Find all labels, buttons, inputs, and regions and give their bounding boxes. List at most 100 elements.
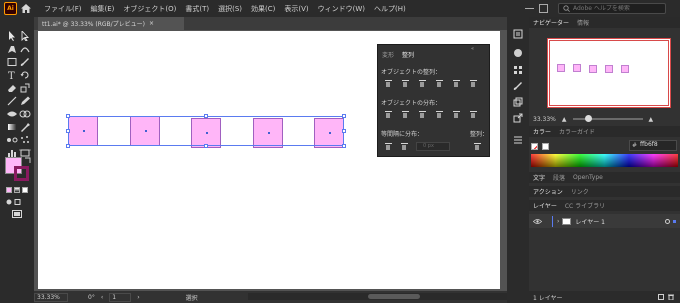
- align-left-button[interactable]: [384, 79, 393, 88]
- navigator-zoom-value[interactable]: 33.33%: [533, 116, 556, 123]
- minimize-icon[interactable]: [525, 8, 534, 9]
- line-tool-icon[interactable]: [6, 96, 18, 106]
- distribute-vertical-center-button[interactable]: [401, 110, 410, 119]
- screen-mode-icon[interactable]: [12, 210, 22, 218]
- navigator-zoom-slider[interactable]: [572, 115, 643, 122]
- tab-info[interactable]: 情報: [577, 18, 589, 27]
- menu-file[interactable]: ファイル(F): [44, 4, 82, 14]
- resize-handle-right[interactable]: [342, 129, 346, 133]
- eyedropper-icon[interactable]: [19, 122, 31, 132]
- delete-layer-icon[interactable]: [668, 294, 674, 300]
- align-vertical-center-button[interactable]: [452, 79, 461, 88]
- gradient-icon[interactable]: [6, 122, 18, 132]
- eraser-icon[interactable]: [6, 83, 18, 93]
- spacing-value-input[interactable]: 0 px: [416, 142, 450, 151]
- resize-handle-top[interactable]: [204, 114, 208, 118]
- prev-artboard-icon[interactable]: ‹: [101, 294, 103, 301]
- distribute-spacing-vertical-button[interactable]: [384, 142, 393, 151]
- curvature-tool-icon[interactable]: [19, 44, 31, 54]
- distribute-top-button[interactable]: [384, 110, 393, 119]
- menu-effect[interactable]: 効果(C): [251, 4, 275, 14]
- rotate-view-field[interactable]: 0°: [88, 294, 95, 301]
- distribute-left-button[interactable]: [435, 110, 444, 119]
- resize-handle-bottom-right[interactable]: [342, 144, 346, 148]
- appearance-icon[interactable]: [513, 135, 523, 145]
- color-spectrum[interactable]: [531, 154, 678, 167]
- zoom-field[interactable]: 33.33%: [34, 292, 68, 302]
- align-right-button[interactable]: [418, 79, 427, 88]
- layer-row[interactable]: › レイヤー 1: [529, 214, 680, 228]
- distribute-right-button[interactable]: [469, 110, 478, 119]
- align-horizontal-center-button[interactable]: [401, 79, 410, 88]
- tab-opentype[interactable]: OpenType: [573, 174, 603, 181]
- blend-icon[interactable]: [6, 135, 18, 145]
- brushes-icon[interactable]: [513, 81, 523, 91]
- scale-icon[interactable]: [19, 83, 31, 93]
- color-fill-swatch[interactable]: [542, 143, 549, 150]
- direct-selection-icon[interactable]: [19, 31, 31, 41]
- rotate-icon[interactable]: [19, 70, 31, 80]
- width-icon[interactable]: [6, 109, 18, 119]
- tab-paragraph[interactable]: 段落: [553, 173, 565, 182]
- zoom-in-icon[interactable]: ▲: [649, 116, 654, 123]
- stroke-swatch-icon[interactable]: [14, 166, 29, 181]
- horizontal-scroll-thumb[interactable]: [368, 294, 420, 299]
- menu-type[interactable]: 書式(T): [185, 4, 209, 14]
- align-top-button[interactable]: [435, 79, 444, 88]
- resize-handle-bottom-left[interactable]: [66, 144, 70, 148]
- distribute-bottom-button[interactable]: [418, 110, 427, 119]
- distribute-horizontal-center-button[interactable]: [452, 110, 461, 119]
- help-search-input[interactable]: [573, 5, 663, 12]
- fill-mode-none[interactable]: [22, 187, 28, 193]
- resize-handle-left[interactable]: [66, 129, 70, 133]
- rectangle-tool-icon[interactable]: [6, 57, 18, 67]
- tab-actions[interactable]: アクション: [533, 187, 563, 196]
- pen-tool-icon[interactable]: [6, 44, 18, 54]
- tab-navigator[interactable]: ナビゲーター: [533, 18, 569, 27]
- layer-selection-indicator[interactable]: [673, 219, 676, 223]
- assets-icon[interactable]: [513, 97, 523, 107]
- tab-character[interactable]: 文字: [533, 173, 545, 182]
- resize-handle-bottom[interactable]: [204, 144, 208, 148]
- tab-cc-libraries[interactable]: CC ライブラリ: [565, 201, 605, 210]
- navigator-view-box[interactable]: [549, 40, 669, 106]
- shape-builder-icon[interactable]: [19, 109, 31, 119]
- fill-mode-color[interactable]: [6, 187, 12, 193]
- color-none-swatch[interactable]: [531, 143, 538, 150]
- pencil-icon[interactable]: [19, 96, 31, 106]
- properties-icon[interactable]: [513, 29, 523, 39]
- zoom-slider-knob[interactable]: [584, 115, 592, 122]
- menu-select[interactable]: 選択(S): [218, 4, 242, 14]
- swatches-icon[interactable]: [513, 65, 523, 75]
- export-icon[interactable]: [513, 113, 523, 123]
- new-layer-icon[interactable]: [658, 294, 664, 300]
- expand-layer-icon[interactable]: ›: [557, 218, 559, 225]
- menu-window[interactable]: ウィンドウ(W): [318, 4, 365, 14]
- align-bottom-button[interactable]: [469, 79, 478, 88]
- tab-color-guide[interactable]: カラーガイド: [559, 127, 595, 136]
- tab-color[interactable]: カラー: [533, 127, 551, 136]
- color-wheel-icon[interactable]: [513, 48, 523, 58]
- visibility-eye-icon[interactable]: [533, 218, 542, 225]
- menu-edit[interactable]: 編集(E): [91, 4, 115, 14]
- tab-layers[interactable]: レイヤー: [533, 201, 557, 210]
- document-tab[interactable]: tt1.ai* @ 33.33% (RGB/プレビュー) ×: [38, 17, 184, 30]
- next-artboard-icon[interactable]: ›: [137, 294, 139, 301]
- tab-align[interactable]: 整列: [402, 50, 414, 59]
- zoom-out-icon[interactable]: ▲: [562, 116, 567, 123]
- close-tab-icon[interactable]: ×: [149, 20, 154, 27]
- help-search[interactable]: [558, 3, 666, 14]
- collapse-panel-icon[interactable]: «: [471, 46, 483, 52]
- layer-target-icon[interactable]: [665, 218, 670, 224]
- align-to-selection-button[interactable]: [473, 142, 482, 151]
- draw-mode-icon[interactable]: [6, 198, 26, 206]
- menu-help[interactable]: ヘルプ(H): [374, 4, 406, 14]
- swap-icon[interactable]: [25, 157, 31, 163]
- paintbrush-icon[interactable]: [19, 57, 31, 67]
- type-tool-icon[interactable]: T: [6, 70, 18, 80]
- tab-transform[interactable]: 変形: [382, 50, 394, 59]
- layer-name[interactable]: レイヤー 1: [575, 217, 605, 226]
- status-tool-name[interactable]: 選択: [186, 293, 198, 302]
- resize-handle-top-right[interactable]: [342, 114, 346, 118]
- menu-view[interactable]: 表示(V): [284, 4, 308, 14]
